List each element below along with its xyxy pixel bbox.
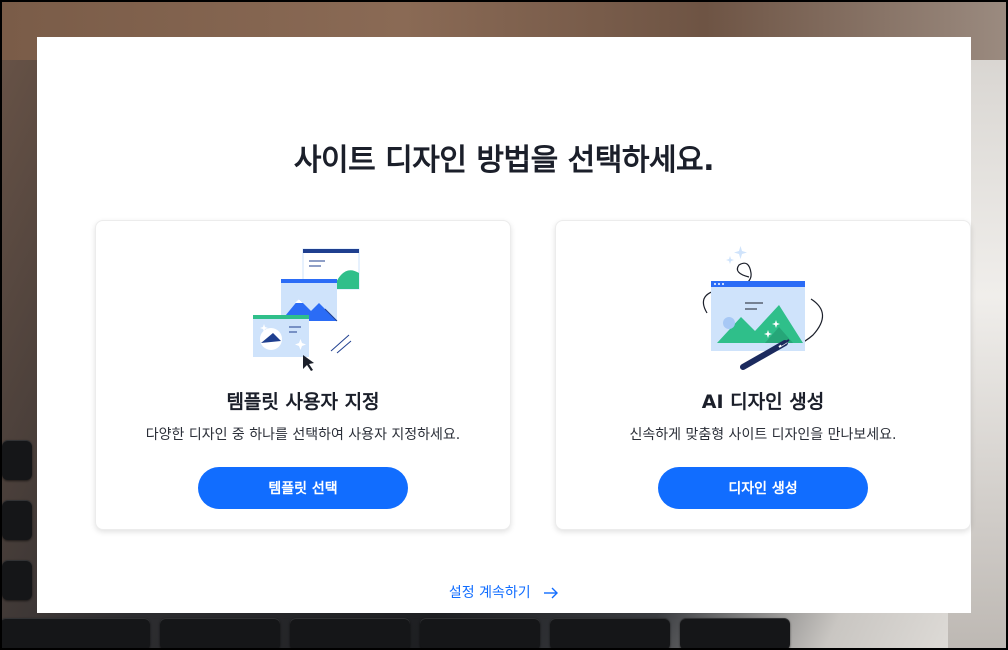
ai-design-card-description: 신속하게 맞춤형 사이트 디자인을 만나보세요.	[629, 427, 897, 443]
choose-template-button[interactable]: 템플릿 선택	[198, 467, 408, 509]
background-key	[680, 618, 790, 650]
background-key	[420, 618, 540, 650]
ai-design-illustration-icon	[702, 246, 824, 370]
design-method-dialog: 사이트 디자인 방법을 선택하세요. 템플릿 사용자 지정 다양한 디자인 중 …	[37, 37, 971, 613]
template-card-title: 템플릿 사용자 지정	[226, 391, 380, 413]
ai-design-card-title: AI 디자인 생성	[701, 391, 825, 413]
continue-setup-label: 설정 계속하기	[448, 585, 531, 601]
page-title: 사이트 디자인 방법을 선택하세요.	[293, 143, 715, 178]
background-key	[0, 618, 150, 650]
background-key	[290, 618, 410, 650]
continue-setup-link[interactable]: 설정 계속하기	[37, 582, 971, 602]
template-option-card[interactable]: 템플릿 사용자 지정 다양한 디자인 중 하나를 선택하여 사용자 지정하세요.…	[95, 220, 511, 530]
background-key	[2, 440, 32, 480]
background-key	[2, 500, 32, 540]
background-key	[160, 618, 280, 650]
background-key	[550, 618, 670, 650]
generate-design-button[interactable]: 디자인 생성	[658, 467, 868, 509]
template-card-description: 다양한 디자인 중 하나를 선택하여 사용자 지정하세요.	[145, 427, 461, 443]
arrow-right-icon	[544, 587, 559, 599]
ai-design-option-card[interactable]: AI 디자인 생성 신속하게 맞춤형 사이트 디자인을 만나보세요. 디자인 생…	[555, 220, 971, 530]
background-key	[2, 560, 32, 600]
template-illustration-icon	[253, 248, 360, 371]
